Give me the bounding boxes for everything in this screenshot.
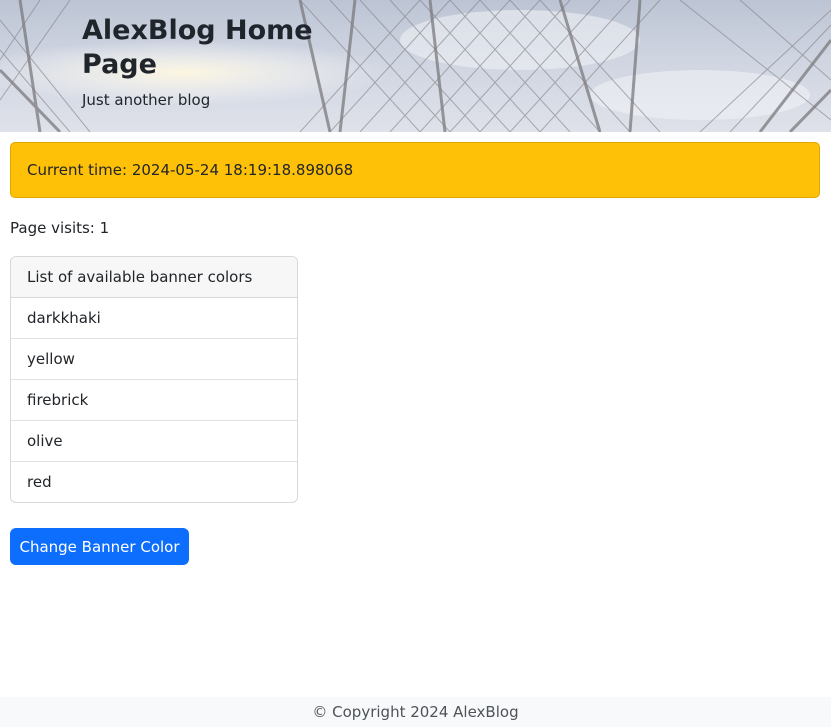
list-item: firebrick — [11, 380, 297, 421]
list-item: yellow — [11, 339, 297, 380]
banner-colors-list: List of available banner colors darkkhak… — [10, 256, 298, 503]
change-banner-color-button[interactable]: Change Banner Color — [10, 528, 189, 565]
current-time-text: Current time: 2024-05-24 18:19:18.898068 — [27, 161, 354, 179]
current-time-alert: Current time: 2024-05-24 18:19:18.898068 — [10, 142, 820, 198]
banner-colors-list-header: List of available banner colors — [11, 257, 297, 298]
copyright-text: © Copyright 2024 AlexBlog — [312, 703, 519, 721]
list-item: red — [27, 473, 52, 491]
page-subtitle: Just another blog — [82, 91, 211, 109]
page-visits-text: Page visits: 1 — [10, 219, 110, 237]
header-banner: AlexBlog Home Page Just another blog — [0, 0, 831, 132]
footer: © Copyright 2024 AlexBlog — [0, 697, 831, 727]
list-item: darkkhaki — [11, 298, 297, 339]
page-title: AlexBlog Home Page — [82, 15, 313, 80]
list-item: olive — [11, 421, 297, 462]
